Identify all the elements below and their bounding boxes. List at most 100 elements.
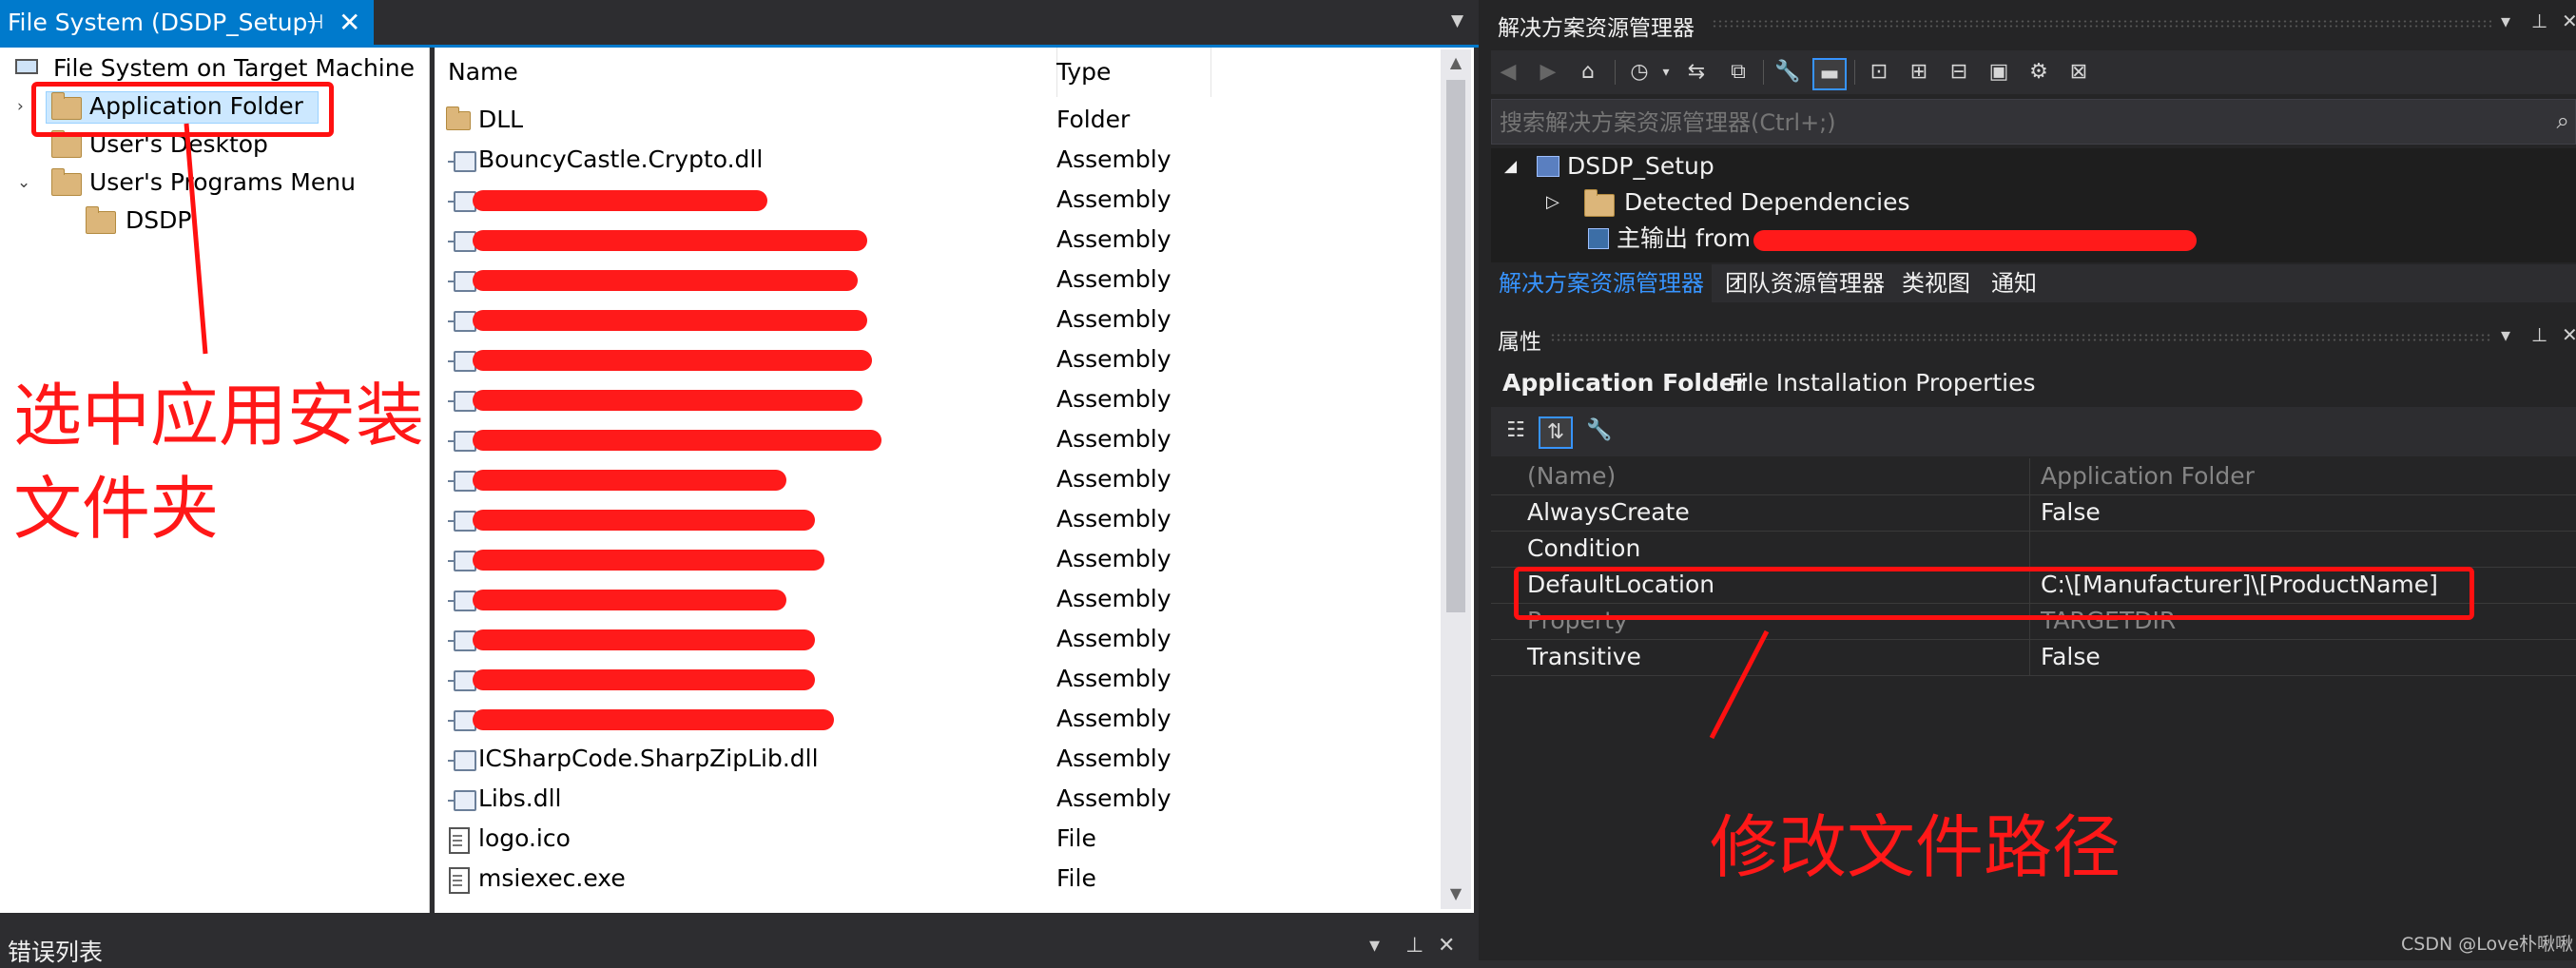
table-row[interactable]: Assembly xyxy=(435,619,1433,659)
close-icon[interactable]: ✕ xyxy=(2562,323,2576,346)
pin-icon[interactable]: ⊣ xyxy=(306,0,323,45)
pin-icon[interactable]: ⊥ xyxy=(2531,323,2547,346)
table-row[interactable]: Libs.dll Assembly xyxy=(435,779,1433,819)
properties-wrench-icon[interactable]: 🔧 xyxy=(1772,58,1803,87)
property-key: Condition xyxy=(1527,534,1641,562)
search-input[interactable] xyxy=(1498,100,2519,145)
table-row[interactable]: Assembly xyxy=(435,180,1433,220)
pin-icon[interactable]: ⊥ xyxy=(1405,934,1424,958)
panel-grip[interactable] xyxy=(1550,333,2491,342)
property-value[interactable]: False xyxy=(2041,639,2101,675)
chevron-right-icon[interactable]: ▷ xyxy=(1546,184,1559,221)
file-type: Assembly xyxy=(1056,784,1172,812)
table-row[interactable]: Assembly xyxy=(435,539,1433,579)
launch-conditions-icon[interactable]: ⊠ xyxy=(2063,58,2094,87)
column-header-type[interactable]: Type xyxy=(1043,48,1211,97)
chevron-down-icon[interactable]: ▾ xyxy=(1369,934,1380,958)
collapse-icon[interactable]: ⧉ xyxy=(1723,58,1753,87)
column-divider xyxy=(2029,458,2030,494)
alphabetical-sort-icon[interactable]: ⇅ xyxy=(1539,416,1573,449)
table-row[interactable]: Assembly xyxy=(435,699,1433,739)
tab-solution-explorer[interactable]: 解决方案资源管理器 xyxy=(1491,264,1712,302)
chevron-down-icon[interactable]: ◢ xyxy=(1504,148,1517,184)
tab-class-view[interactable]: 类视图 xyxy=(1894,264,1978,302)
table-row[interactable]: msiexec.exe File xyxy=(435,859,1433,899)
chevron-down-icon[interactable]: ▾ xyxy=(2501,10,2510,32)
categorized-icon[interactable]: ☷ xyxy=(1501,416,1531,445)
forward-icon[interactable]: ▶ xyxy=(1533,58,1563,87)
file-type: Assembly xyxy=(1056,505,1172,532)
file-types-icon[interactable]: ⊟ xyxy=(1944,58,1974,87)
file-name: DLL xyxy=(478,106,524,133)
properties-object-type: File Installation Properties xyxy=(1729,369,2036,397)
chevron-down-icon[interactable]: ▼ xyxy=(1451,11,1476,36)
table-row[interactable]: Assembly xyxy=(435,339,1433,379)
chevron-down-icon[interactable]: ⌄ xyxy=(17,164,30,202)
table-row[interactable]: logo.ico File xyxy=(435,819,1433,859)
chevron-down-icon[interactable]: ▾ xyxy=(1651,58,1681,87)
property-row-name[interactable]: (Name) Application Folder xyxy=(1491,458,2576,495)
property-row-alwayscreate[interactable]: AlwaysCreate False xyxy=(1491,494,2576,532)
tab-file-system[interactable]: File System (DSDP_Setup) ⊣ ✕ xyxy=(0,0,374,45)
property-row-condition[interactable]: Condition xyxy=(1491,531,2576,568)
table-row[interactable]: BouncyCastle.Crypto.dll Assembly xyxy=(435,140,1433,180)
setup-project-icon xyxy=(1537,156,1559,177)
scroll-down-arrow-icon[interactable]: ▼ xyxy=(1441,881,1471,907)
assembly-icon xyxy=(448,750,476,771)
scrollbar-thumb[interactable] xyxy=(1446,80,1465,612)
property-pages-wrench-icon[interactable]: 🔧 xyxy=(1584,416,1615,445)
file-search-icon[interactable]: ⊡ xyxy=(1864,58,1894,87)
file-type: File xyxy=(1056,824,1096,852)
annotation-line-1: 选中应用安装 xyxy=(13,376,425,455)
chevron-down-icon[interactable]: ▾ xyxy=(2501,323,2510,346)
property-value[interactable]: False xyxy=(2041,494,2101,531)
column-header-name[interactable]: Name xyxy=(435,48,1057,97)
error-list-title[interactable]: 错误列表 xyxy=(8,934,103,968)
file-name: Libs.dll xyxy=(478,784,562,812)
table-row[interactable]: Assembly xyxy=(435,220,1433,260)
folder-icon xyxy=(86,206,116,234)
close-icon[interactable]: ✕ xyxy=(2562,10,2576,32)
redaction-mark xyxy=(473,590,786,610)
watermark: CSDN @Love朴啾啾 xyxy=(2401,934,2574,955)
tab-team-explorer[interactable]: 团队资源管理器 xyxy=(1717,264,1892,302)
table-row[interactable]: Assembly xyxy=(435,379,1433,419)
tree-item-label: 主输出 from xyxy=(1617,224,1752,252)
redaction-mark xyxy=(473,390,862,411)
file-icon xyxy=(449,827,470,854)
custom-actions-icon[interactable]: ⚙ xyxy=(2024,58,2054,87)
user-interface-icon[interactable]: ▣ xyxy=(1984,58,2014,87)
annotation-text-modify-path: 修改文件路径 xyxy=(1710,807,2121,887)
property-key: AlwaysCreate xyxy=(1527,498,1690,526)
annotation-text-select-folder: 选中应用安装 文件夹 xyxy=(13,369,424,555)
tree-item-label: DSDP_Setup xyxy=(1567,152,1714,180)
table-row[interactable]: Assembly xyxy=(435,579,1433,619)
table-row[interactable]: Assembly xyxy=(435,459,1433,499)
redaction-mark xyxy=(473,230,867,251)
table-row[interactable]: Assembly xyxy=(435,260,1433,300)
tab-notifications[interactable]: 通知 xyxy=(1984,264,2044,302)
table-row[interactable]: DLL Folder xyxy=(435,100,1433,140)
search-icon[interactable]: ⌕ xyxy=(2557,107,2569,134)
table-row[interactable]: Assembly xyxy=(435,499,1433,539)
home-icon[interactable]: ⌂ xyxy=(1573,58,1603,87)
panel-grip[interactable] xyxy=(1712,19,2491,29)
table-row[interactable]: Assembly xyxy=(435,659,1433,699)
properties-object-title[interactable]: Application Folder File Installation Pro… xyxy=(1491,361,2576,405)
tree-item-label: Detected Dependencies xyxy=(1624,188,1910,216)
chevron-right-icon[interactable]: › xyxy=(17,87,24,126)
scroll-up-arrow-icon[interactable]: ▲ xyxy=(1441,49,1471,76)
preview-selected-icon[interactable]: ▬ xyxy=(1812,58,1847,90)
solution-explorer-search[interactable]: ⌕ xyxy=(1491,99,2576,145)
table-row[interactable]: ICSharpCode.SharpZipLib.dll Assembly xyxy=(435,739,1433,779)
sync-icon[interactable]: ⇆ xyxy=(1681,58,1712,87)
table-row[interactable]: Assembly xyxy=(435,300,1433,339)
registry-icon[interactable]: ⊞ xyxy=(1904,58,1934,87)
close-icon[interactable]: ✕ xyxy=(339,0,360,45)
pin-icon[interactable]: ⊥ xyxy=(2531,10,2547,32)
redaction-mark xyxy=(473,190,767,211)
close-icon[interactable]: ✕ xyxy=(1438,934,1455,958)
property-row-transitive[interactable]: Transitive False xyxy=(1491,639,2576,676)
back-icon[interactable]: ◀ xyxy=(1493,58,1523,87)
table-row[interactable]: Assembly xyxy=(435,419,1433,459)
